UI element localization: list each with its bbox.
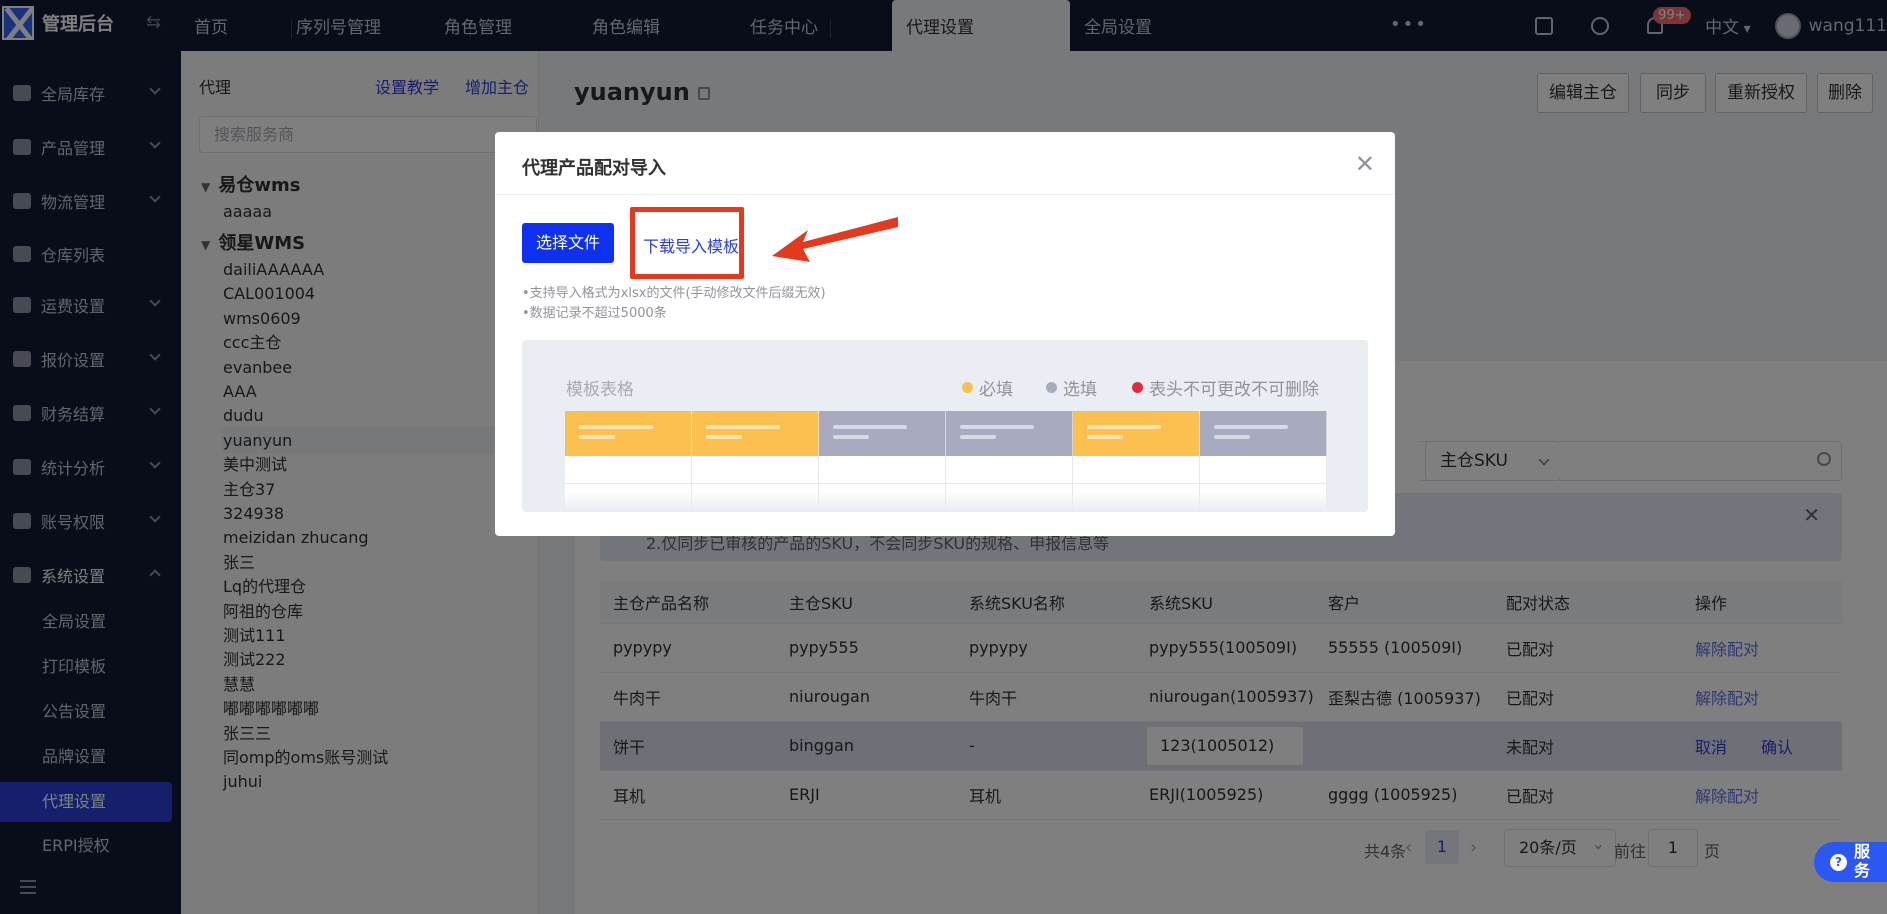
placeholder-bar bbox=[1087, 425, 1161, 429]
template-row bbox=[946, 456, 1073, 484]
placeholder-bar bbox=[1214, 435, 1250, 439]
legend-optional: 选填 bbox=[1046, 375, 1097, 400]
placeholder-bar bbox=[579, 425, 653, 429]
template-label: 模板表格 bbox=[566, 380, 634, 400]
placeholder-bar bbox=[706, 425, 780, 429]
template-row bbox=[692, 456, 819, 484]
placeholder-bar bbox=[960, 435, 996, 439]
modal-divider bbox=[495, 194, 1395, 195]
placeholder-bar bbox=[706, 435, 742, 439]
placeholder-bar bbox=[833, 435, 869, 439]
template-column-header bbox=[946, 411, 1073, 456]
legend-dot bbox=[1046, 382, 1057, 393]
format-hint: •支持导入格式为xlsx的文件(手动修改文件后缀无效) bbox=[522, 286, 826, 301]
question-icon: ? bbox=[1830, 854, 1847, 871]
modal-title: 代理产品配对导入 bbox=[522, 158, 666, 179]
legend-label: 选填 bbox=[1063, 380, 1097, 400]
arrow-shape bbox=[772, 217, 898, 262]
placeholder-bar bbox=[960, 425, 1034, 429]
download-template-link[interactable]: 下载导入模板 bbox=[643, 233, 739, 257]
legend-label: 表头不可更改不可删除 bbox=[1149, 380, 1319, 400]
close-icon[interactable]: ✕ bbox=[1355, 150, 1375, 178]
legend-locked: 表头不可更改不可删除 bbox=[1132, 375, 1319, 400]
choose-file-button[interactable]: 选择文件 bbox=[522, 223, 614, 263]
limit-hint: •数据记录不超过5000条 bbox=[522, 306, 667, 321]
service-button[interactable]: ? 服务 bbox=[1814, 842, 1887, 882]
import-modal: 代理产品配对导入 ✕ 选择文件 下载导入模板 •支持导入格式为xlsx的文件(手… bbox=[495, 132, 1395, 536]
placeholder-bar bbox=[1214, 425, 1288, 429]
legend-dot bbox=[1132, 382, 1143, 393]
template-column-header bbox=[1073, 411, 1200, 456]
template-row bbox=[1073, 456, 1200, 484]
legend-label: 必填 bbox=[979, 380, 1013, 400]
legend-dot bbox=[962, 382, 973, 393]
placeholder-bar bbox=[833, 425, 907, 429]
template-preview: 模板表格 必填 选填 表头不可更改不可删除 bbox=[522, 340, 1368, 512]
template-column-header bbox=[1200, 411, 1327, 456]
template-column-header bbox=[819, 411, 946, 456]
template-column-header bbox=[565, 411, 692, 456]
placeholder-bar bbox=[1087, 435, 1123, 439]
placeholder-bar bbox=[579, 435, 615, 439]
template-row bbox=[819, 456, 946, 484]
template-column-header bbox=[692, 411, 819, 456]
template-row bbox=[565, 456, 692, 484]
annotation-arrow-icon bbox=[772, 217, 898, 262]
service-label: 服务 bbox=[1854, 842, 1871, 880]
template-row bbox=[1200, 456, 1327, 484]
legend-required: 必填 bbox=[962, 375, 1013, 400]
fade-overlay bbox=[522, 490, 1368, 512]
